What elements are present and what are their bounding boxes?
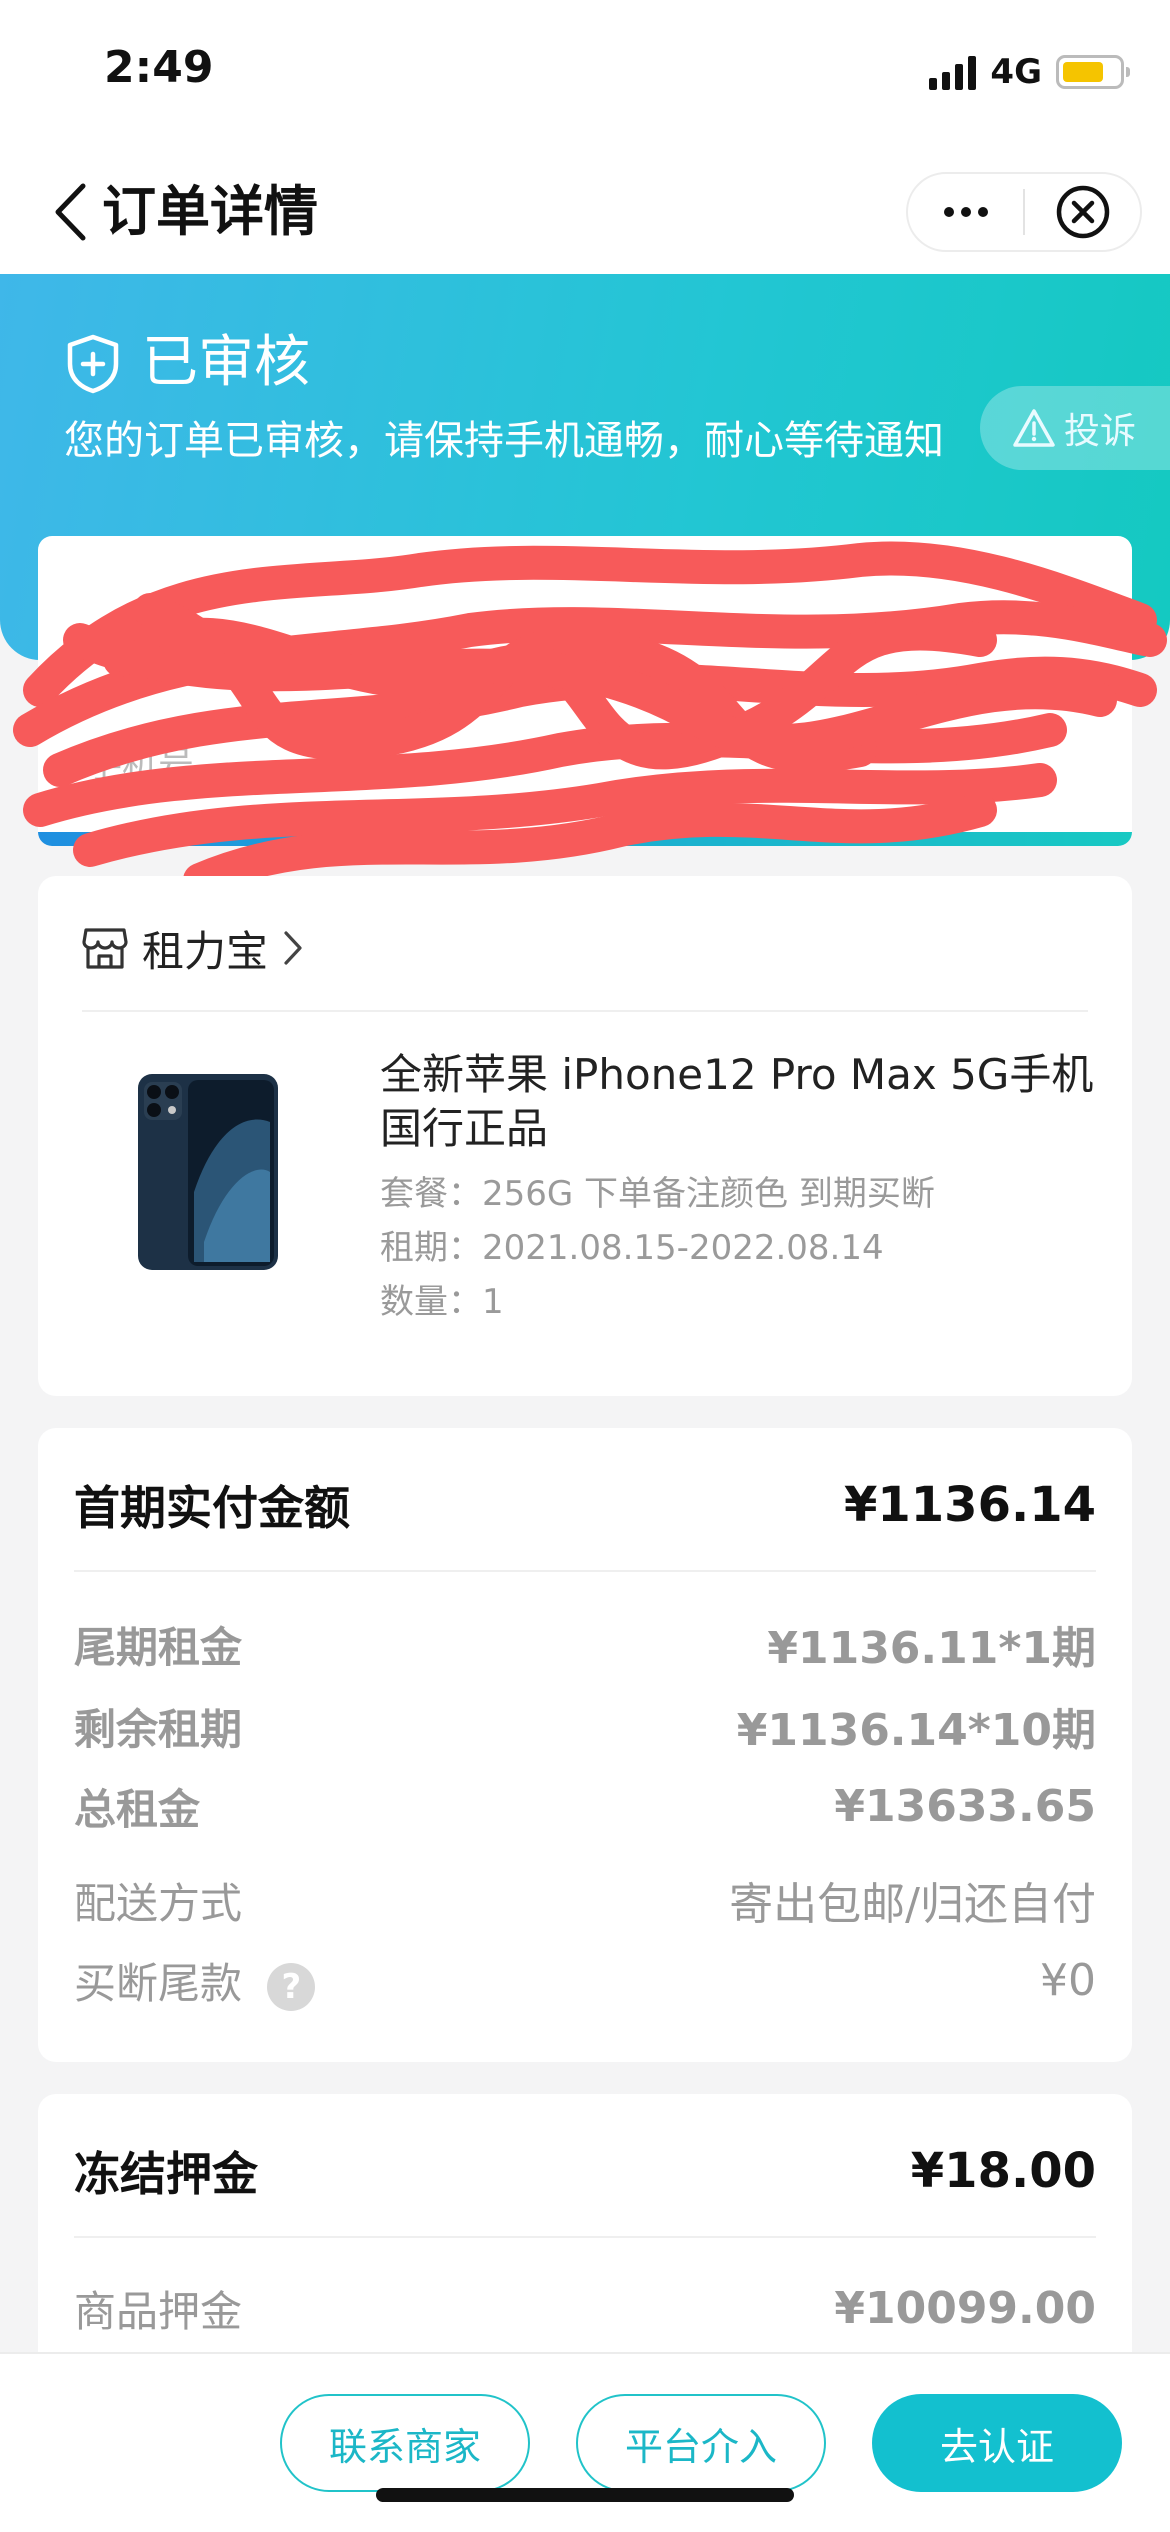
remaining-lease-value: ¥1136.14*10期 [736,1705,1096,1756]
close-button[interactable] [1025,174,1140,250]
mini-program-capsule [906,172,1142,252]
buyout-balance-text: 买断尾款 [74,1959,243,2008]
frozen-deposit-value: ¥18.00 [910,2143,1096,2199]
first-payment-label: 首期实付金额 [74,1481,350,1535]
complaint-button[interactable]: 投诉 [980,386,1170,470]
home-indicator[interactable] [376,2488,794,2502]
goods-deposit-label: 商品押金 [74,2287,243,2336]
product-lease-period: 租期：2021.08.15-2022.08.14 [380,1228,884,1268]
card-accent-bar [38,832,1132,846]
bottom-action-bar: 联系商家 平台介入 去认证 [0,2352,1170,2532]
order-status-description: 您的订单已审核，请保持手机通畅，耐心等待通知 [64,418,944,464]
total-rent-value: ¥13633.65 [834,1781,1096,1832]
deposit-divider [74,2236,1096,2238]
network-type: 4G [990,52,1042,92]
total-rent-row: 总租金 ¥13633.65 [74,1776,1096,1837]
buyout-balance-value: ¥0 [1040,1955,1096,2006]
status-bar: 2:49 4G [0,0,1170,150]
verify-button[interactable]: 去认证 [872,2394,1122,2492]
product-card: 租力宝 全新苹果 iPhone12 Pro Max 5G手机国行正品 套餐：25… [38,876,1132,1396]
cellular-signal-icon [929,54,977,90]
shop-name: 租力宝 [142,926,269,976]
goods-deposit-row: 商品押金 ¥10099.00 [74,2278,1096,2339]
order-status-title: 已审核 [142,330,310,395]
final-rent-label: 尾期租金 [74,1622,243,1672]
status-indicators: 4G [929,48,1130,96]
first-payment-value: ¥1136.14 [843,1477,1096,1533]
frozen-deposit-row: 冻结押金 ¥18.00 [74,2138,1096,2204]
shop-divider [82,1010,1088,1012]
product-name: 全新苹果 iPhone12 Pro Max 5G手机国行正品 [380,1050,1094,1153]
redacted-address-card: 手机号 [38,536,1132,846]
nav-bar: 订单详情 [0,150,1170,274]
platform-intervene-button[interactable]: 平台介入 [576,2394,826,2492]
product-image[interactable] [134,1072,284,1272]
more-dots-icon [943,207,988,217]
shop-link[interactable]: 租力宝 [82,916,304,980]
page-title: 订单详情 [102,180,318,243]
delivery-method-value: 寄出包邮/归还自付 [729,1879,1096,1930]
remaining-lease-label: 剩余租期 [74,1704,243,1754]
frozen-deposit-label: 冻结押金 [74,2147,258,2201]
product-package: 套餐：256G 下单备注颜色 到期买断 [380,1174,935,1214]
redacted-fragment: 手机号 [86,745,195,786]
store-icon [82,928,128,969]
complaint-label: 投诉 [1064,411,1137,452]
payment-summary-card: 首期实付金额 ¥1136.14 尾期租金 ¥1136.11*1期 剩余租期 ¥1… [38,1428,1132,2062]
goods-deposit-value: ¥10099.00 [834,2283,1096,2334]
more-button[interactable] [908,174,1023,250]
warning-triangle-icon [1013,409,1055,447]
remaining-lease-row: 剩余租期 ¥1136.14*10期 [74,1694,1096,1758]
shield-plus-icon [67,334,119,394]
contact-merchant-button[interactable]: 联系商家 [280,2394,530,2492]
help-icon[interactable]: ? [267,1962,316,2011]
chevron-right-icon [284,931,302,965]
buyout-balance-row: 买断尾款 ? ¥0 [74,1950,1096,2011]
buyout-balance-label: 买断尾款 ? [74,1950,316,2011]
close-circle-icon [1056,185,1109,239]
total-rent-label: 总租金 [74,1785,201,1834]
payment-divider [74,1570,1096,1572]
battery-icon [1056,55,1130,89]
delivery-method-row: 配送方式 寄出包邮/归还自付 [74,1868,1096,1932]
first-payment-row: 首期实付金额 ¥1136.14 [74,1472,1096,1538]
final-rent-row: 尾期租金 ¥1136.11*1期 [74,1612,1096,1676]
final-rent-value: ¥1136.11*1期 [767,1623,1096,1674]
status-time: 2:49 [104,42,214,93]
back-button[interactable] [44,172,96,252]
delivery-method-label: 配送方式 [74,1878,243,1928]
product-quantity: 数量：1 [380,1282,504,1322]
chevron-left-icon [55,183,86,241]
